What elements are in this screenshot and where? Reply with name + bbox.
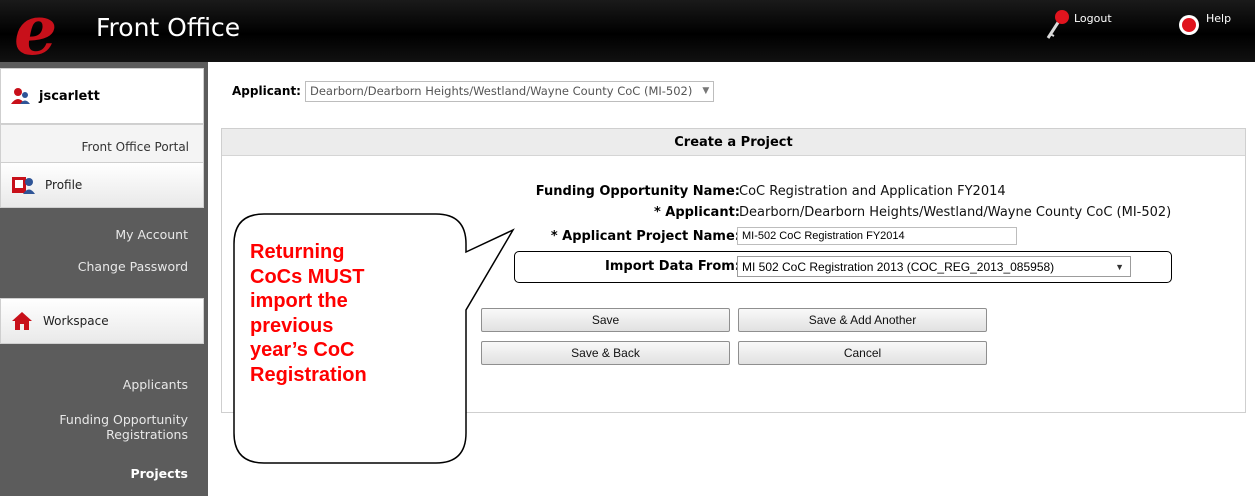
- project-name-input[interactable]: [737, 227, 1017, 245]
- profile-label: Profile: [45, 178, 83, 192]
- callout-line: Registration: [250, 363, 367, 386]
- import-data-select[interactable]: MI 502 CoC Registration 2013 (COC_REG_20…: [737, 256, 1131, 277]
- import-data-label: Import Data From:: [605, 259, 740, 274]
- help-icon: [1179, 15, 1199, 35]
- sidebar-section-workspace[interactable]: Workspace: [0, 298, 204, 344]
- user-icon: [11, 88, 30, 104]
- applicant-label: Applicant:: [232, 84, 301, 98]
- logout-link[interactable]: Logout: [1044, 8, 1112, 48]
- applicant-selector-row: Applicant: Dearborn/Dearborn Heights/Wes…: [232, 80, 715, 102]
- home-icon: [12, 312, 32, 330]
- sidebar-user: jscarlett: [0, 68, 204, 124]
- profile-icon: [12, 177, 35, 194]
- callout-line: Returning: [250, 241, 345, 263]
- chevron-down-icon: ▼: [702, 86, 710, 96]
- applicant-field-value: Dearborn/Dearborn Heights/Westland/Wayne…: [739, 205, 1172, 220]
- e-logo: e: [14, 0, 58, 71]
- project-name-label: * Applicant Project Name:: [550, 229, 740, 244]
- sidebar-item-projects[interactable]: Projects: [130, 466, 188, 481]
- applicant-select-value: Dearborn/Dearborn Heights/Westland/Wayne…: [309, 84, 693, 98]
- callout-line: year’s CoC: [250, 339, 355, 361]
- sidebar: jscarlett Front Office Portal Profile My…: [0, 62, 208, 496]
- applicant-select[interactable]: Dearborn/Dearborn Heights/Westland/Wayne…: [304, 80, 715, 102]
- cancel-button[interactable]: Cancel: [738, 341, 987, 365]
- applicant-row: * Applicant: Dearborn/Dearborn Heights/W…: [222, 203, 1245, 223]
- sidebar-section-profile[interactable]: Profile: [0, 162, 204, 208]
- sidebar-item-applicants[interactable]: Applicants: [123, 377, 188, 392]
- sidebar-item-change-password[interactable]: Change Password: [78, 259, 188, 274]
- callout-line: CoCs MUST: [250, 265, 365, 288]
- top-header: e Front Office Logout Help: [0, 0, 1255, 71]
- chevron-down-icon: ▼: [1115, 261, 1124, 272]
- funding-opportunity-row: Funding Opportunity Name: CoC Registrati…: [222, 182, 1245, 202]
- workspace-label: Workspace: [43, 314, 109, 328]
- funding-opportunity-label: Funding Opportunity Name:: [535, 184, 740, 199]
- save-back-button[interactable]: Save & Back: [481, 341, 730, 365]
- import-data-value: MI 502 CoC Registration 2013 (COC_REG_20…: [742, 259, 1055, 274]
- username: jscarlett: [39, 88, 100, 104]
- help-link[interactable]: Help: [1178, 8, 1231, 48]
- funding-opportunity-value: CoC Registration and Application FY2014: [739, 184, 1006, 199]
- applicant-field-label: * Applicant:: [653, 205, 740, 220]
- sidebar-item-my-account[interactable]: My Account: [115, 227, 188, 242]
- save-add-another-button[interactable]: Save & Add Another: [738, 308, 987, 332]
- save-button[interactable]: Save: [481, 308, 730, 332]
- callout-line: previous: [250, 314, 334, 337]
- app-title: Front Office: [96, 13, 241, 42]
- help-label: Help: [1206, 12, 1232, 25]
- callout-text: Returning CoCs MUST import the previous …: [250, 240, 450, 387]
- callout-line: import the: [250, 290, 348, 312]
- logout-label: Logout: [1074, 12, 1112, 25]
- panel-title: Create a Project: [222, 129, 1245, 156]
- sidebar-item-funding-opportunity-registrations[interactable]: Funding Opportunity Registrations: [38, 412, 188, 442]
- logout-key-icon: [1046, 10, 1069, 39]
